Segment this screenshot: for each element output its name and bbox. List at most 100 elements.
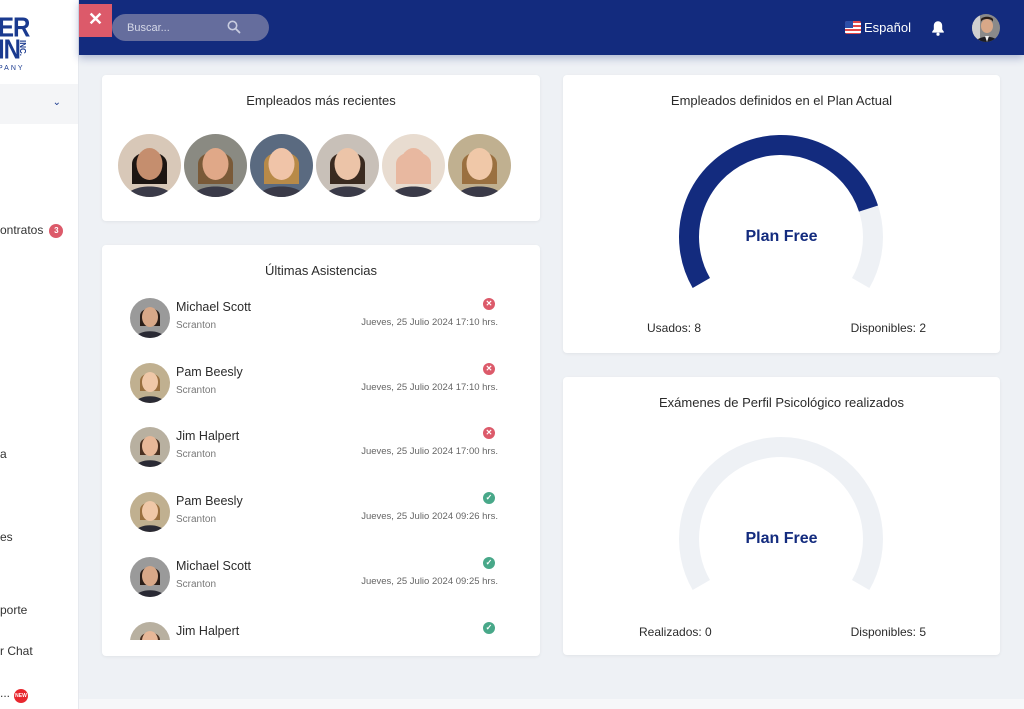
employee-location: Scranton bbox=[176, 320, 217, 331]
topbar: ✕ Español bbox=[79, 0, 1024, 55]
available-count: Disponibles: 5 bbox=[850, 625, 926, 639]
sidebar-item-label: r Chat bbox=[0, 644, 33, 658]
attendance-date: Jueves, 25 Julio 2024 17:00 hrs. bbox=[361, 446, 498, 458]
employee-avatar bbox=[130, 492, 170, 533]
employee-name: Jim Halpert bbox=[176, 623, 240, 638]
exams-gauge bbox=[679, 437, 883, 590]
footer-strip bbox=[79, 699, 1024, 709]
close-icon: ✕ bbox=[87, 9, 104, 29]
sidebar-item-contratos[interactable]: ontratos 3 bbox=[0, 223, 64, 238]
gauge-fill bbox=[679, 135, 879, 288]
employee-photo bbox=[448, 134, 511, 197]
employee-avatar[interactable] bbox=[250, 134, 313, 197]
check-circle-icon: ✓ bbox=[483, 621, 495, 634]
attendance-row[interactable]: Michael Scott Scranton Jueves, 25 Julio … bbox=[102, 295, 540, 347]
attendance-date: Jueves, 25 Julio 2024 17:10 hrs. bbox=[361, 381, 498, 393]
x-circle-icon: ✕ bbox=[483, 298, 495, 310]
employee-photo bbox=[250, 134, 313, 197]
sidebar-dropdown[interactable]: ⌄ bbox=[0, 84, 78, 124]
check-circle-icon: ✓ bbox=[483, 492, 495, 505]
employee-avatar[interactable] bbox=[448, 134, 511, 197]
user-avatar[interactable] bbox=[972, 14, 1000, 42]
attendance-date: Jueves, 25 Julio 2024 17:10 hrs. bbox=[361, 317, 498, 328]
gauge-track bbox=[679, 437, 883, 590]
employee-avatar bbox=[130, 362, 170, 403]
language-selector[interactable]: Español bbox=[845, 20, 911, 35]
gauge-center-label: Plan Free bbox=[745, 530, 818, 547]
employee-avatar[interactable] bbox=[316, 134, 379, 197]
sidebar-item-label: ontratos bbox=[0, 223, 44, 237]
user-avatar-image bbox=[972, 14, 1000, 42]
employee-avatar bbox=[130, 556, 170, 597]
x-circle-icon: ✕ bbox=[483, 427, 495, 440]
employee-name: Michael Scott bbox=[176, 558, 252, 573]
language-label: Español bbox=[864, 20, 911, 35]
search-input[interactable] bbox=[127, 19, 227, 36]
sidebar-item-4[interactable]: a bbox=[0, 447, 7, 461]
card-title: Últimas Asistencias bbox=[265, 263, 377, 278]
employee-photo bbox=[184, 134, 247, 197]
employee-avatar bbox=[130, 298, 170, 338]
logo-line-2: IN bbox=[0, 34, 21, 66]
search-box bbox=[112, 14, 269, 41]
plan-gauge bbox=[679, 135, 883, 288]
employee-avatar bbox=[130, 427, 170, 468]
close-sidebar-button[interactable]: ✕ bbox=[79, 4, 112, 37]
recent-employees-list bbox=[118, 134, 511, 197]
employee-avatar bbox=[130, 621, 170, 640]
employee-name: Michael Scott bbox=[176, 300, 252, 314]
sidebar-item-new[interactable]: ... NEW bbox=[0, 686, 29, 703]
sidebar-item-label: porte bbox=[0, 603, 28, 617]
sidebar: ER IN INC. PANY ⌄ ontratos 3 a es porte r… bbox=[0, 0, 79, 709]
search-icon[interactable] bbox=[227, 20, 241, 34]
company-logo[interactable]: ER IN INC. PANY bbox=[0, 14, 68, 76]
x-circle-icon: ✕ bbox=[483, 362, 495, 375]
recent-employees-card: Empleados más recientes bbox=[102, 75, 540, 221]
employee-photo bbox=[316, 134, 379, 197]
sidebar-item-soporte[interactable]: porte bbox=[0, 603, 27, 617]
chevron-down-icon: ⌄ bbox=[52, 97, 61, 108]
attendance-list[interactable]: Michael Scott Scranton Jueves, 25 Julio … bbox=[102, 295, 540, 640]
new-badge: NEW bbox=[14, 689, 29, 703]
card-title: Empleados más recientes bbox=[246, 93, 396, 108]
employee-name: Jim Halpert bbox=[176, 429, 240, 444]
logo-company: PANY bbox=[0, 65, 25, 72]
employee-name: Pam Beesly bbox=[176, 494, 243, 509]
sidebar-item-label: es bbox=[0, 530, 13, 544]
employee-location: Scranton bbox=[176, 578, 217, 590]
employee-photo bbox=[118, 134, 181, 197]
sidebar-item-label: a bbox=[0, 447, 7, 461]
attendance-row[interactable]: Michael Scott Scranton Jueves, 25 Julio … bbox=[102, 554, 540, 606]
employee-avatar[interactable] bbox=[118, 134, 181, 197]
attendance-row[interactable]: Jim Halpert Scranton Jueves, 25 Julio 20… bbox=[102, 424, 540, 476]
attendance-row[interactable]: Pam Beesly Scranton Jueves, 25 Julio 202… bbox=[102, 489, 540, 541]
employee-avatar[interactable] bbox=[382, 134, 445, 197]
employee-name: Pam Beesly bbox=[176, 364, 243, 379]
sidebar-item-5[interactable]: es bbox=[0, 530, 13, 544]
used-count: Usados: 8 bbox=[647, 321, 702, 335]
employee-location: Scranton bbox=[176, 514, 217, 526]
gauge-center-label: Plan Free bbox=[745, 228, 818, 245]
attendance-row[interactable]: Jim Halpert ✓ bbox=[102, 619, 540, 640]
notification-bell-icon[interactable] bbox=[931, 20, 945, 36]
done-count: Realizados: 0 bbox=[639, 625, 712, 639]
plan-employees-card: Empleados definidos en el Plan Actual Pl… bbox=[563, 75, 1000, 353]
employee-photo bbox=[382, 134, 445, 197]
sidebar-item-label: ... bbox=[0, 686, 11, 700]
psych-exams-card: Exámenes de Perfil Psicológico realizado… bbox=[563, 377, 1000, 655]
card-title: Exámenes de Perfil Psicológico realizado… bbox=[659, 395, 904, 410]
count-badge: 3 bbox=[49, 224, 64, 238]
employee-location: Scranton bbox=[176, 449, 217, 461]
logo-inc: INC. bbox=[18, 40, 27, 56]
available-count: Disponibles: 2 bbox=[850, 321, 926, 335]
check-circle-icon: ✓ bbox=[483, 556, 495, 569]
attendance-card: Últimas Asistencias Michael Scott Scrant… bbox=[102, 245, 540, 656]
sidebar-item-chat[interactable]: r Chat bbox=[0, 644, 33, 658]
attendance-date: Jueves, 25 Julio 2024 09:26 hrs. bbox=[361, 511, 498, 523]
us-flag-icon bbox=[845, 21, 861, 34]
attendance-date: Jueves, 25 Julio 2024 09:25 hrs. bbox=[361, 575, 498, 587]
employee-location: Scranton bbox=[176, 384, 217, 396]
card-title: Empleados definidos en el Plan Actual bbox=[670, 93, 893, 108]
attendance-row[interactable]: Pam Beesly Scranton Jueves, 25 Julio 202… bbox=[102, 360, 540, 412]
employee-avatar[interactable] bbox=[184, 134, 247, 197]
